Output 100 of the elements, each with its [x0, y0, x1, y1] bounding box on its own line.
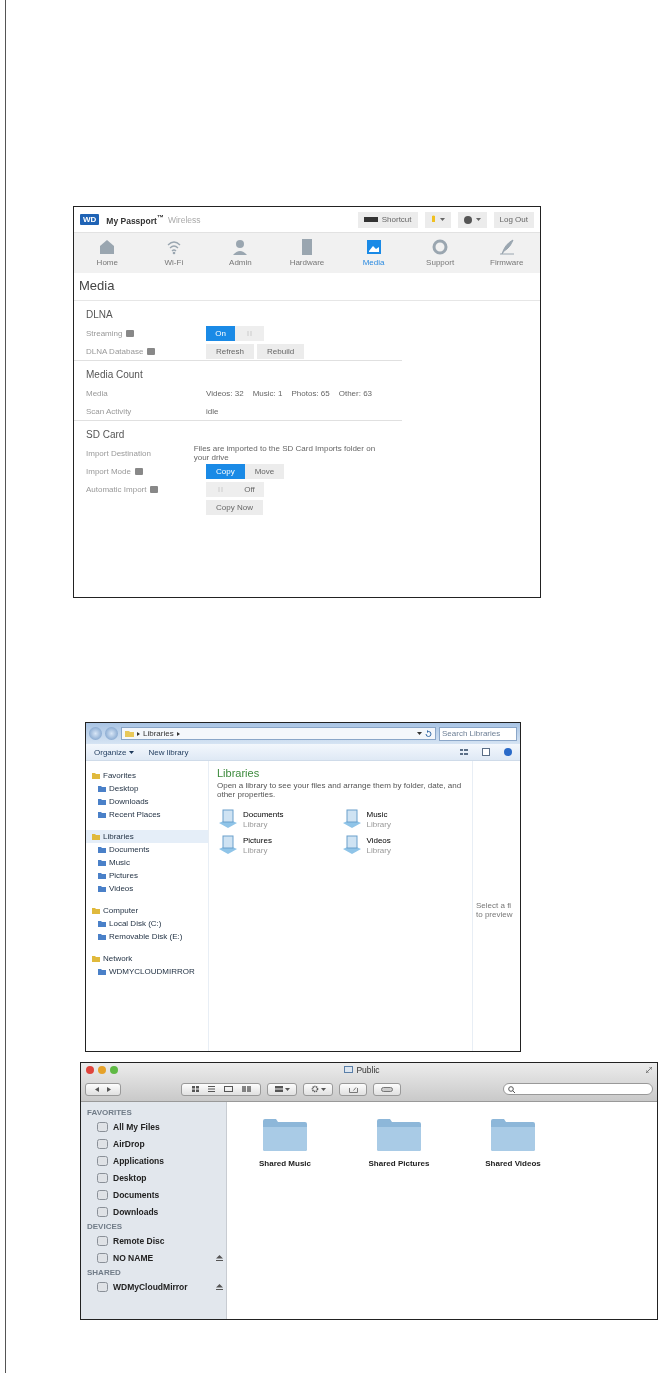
field-label: Automatic Import [86, 484, 147, 494]
section-title: Media Count [86, 368, 144, 382]
sidebar-item[interactable]: Downloads [87, 1203, 223, 1220]
toolbar-button[interactable]: Organize [94, 747, 135, 757]
library-item[interactable]: Documents Library [217, 809, 341, 829]
sidebar-item[interactable]: AirDrop [87, 1135, 223, 1152]
eject-icon[interactable] [216, 1254, 223, 1261]
sidebar-glyph-icon [97, 1138, 108, 1149]
list-view-icon [207, 1086, 215, 1092]
help-icon[interactable] [504, 748, 512, 756]
caret-icon [439, 218, 445, 221]
shortcut-button[interactable]: Shortcut [357, 211, 418, 228]
breadcrumb[interactable]: Libraries [143, 729, 174, 738]
wifi-icon [165, 239, 182, 255]
folder-item[interactable]: Shared Videos [475, 1118, 551, 1168]
action-button[interactable]: Copy Now [206, 499, 263, 515]
caret-icon [284, 1087, 290, 1091]
action-button[interactable] [303, 1082, 333, 1096]
sidebar-item[interactable]: All My Files [87, 1118, 223, 1135]
search-field[interactable]: Search Libraries [439, 726, 517, 741]
section-title: SD Card [86, 428, 126, 442]
library-item[interactable]: Music Library [340, 809, 464, 829]
action-button[interactable]: Refresh [206, 343, 254, 359]
logout-button[interactable]: Log Out [493, 211, 534, 228]
arrange-button[interactable] [267, 1082, 297, 1096]
count-text: Other: 63 [338, 388, 373, 398]
tag-button[interactable] [373, 1082, 401, 1096]
nav-tab[interactable]: Wi-Fi [140, 233, 208, 273]
nav-tab[interactable]: Hardware [273, 233, 341, 273]
nav-item[interactable]: Desktop [86, 782, 208, 795]
info-icon[interactable] [126, 329, 135, 337]
toolbar-button[interactable]: New library [148, 747, 189, 757]
nav-item[interactable]: Downloads [86, 795, 208, 808]
cover-flow-icon [241, 1086, 251, 1092]
back-forward-control[interactable] [85, 1082, 121, 1096]
nav-item[interactable]: Documents [86, 843, 208, 856]
device-icon [299, 239, 315, 255]
mode-option[interactable]: Move [244, 463, 285, 479]
sidebar-item[interactable]: Documents [87, 1186, 223, 1203]
toggle-switch[interactable]: On [206, 325, 264, 341]
nav-item[interactable]: Network [86, 952, 208, 965]
count-text: Music: 1 [252, 388, 283, 398]
caret-icon [475, 218, 481, 221]
field-label: Scan Activity [86, 406, 132, 416]
nav-item[interactable]: Recent Places [86, 808, 208, 821]
nav-tab[interactable]: Admin [207, 233, 274, 273]
sidebar-glyph-icon [97, 1155, 108, 1166]
sidebar-glyph-icon [97, 1281, 108, 1292]
sidebar-item[interactable]: Desktop [87, 1169, 223, 1186]
info-icon[interactable] [150, 485, 159, 493]
description-text: Open a library to see your files and arrange them by folder, date, and other properties. [217, 781, 463, 799]
view-control[interactable] [181, 1082, 261, 1096]
close-button[interactable] [86, 1066, 94, 1074]
nav-tab[interactable]: Firmware [473, 233, 540, 273]
sidebar-item[interactable]: Remote Disc [87, 1232, 223, 1249]
nav-item[interactable]: Pictures [86, 869, 208, 882]
info-icon[interactable] [147, 347, 156, 355]
folder-item[interactable]: Shared Music [247, 1118, 323, 1168]
fullscreen-icon[interactable] [646, 1067, 652, 1073]
nav-item[interactable]: Local Disk (C:) [86, 917, 208, 930]
help-icon [463, 215, 472, 224]
refresh-icon [425, 730, 432, 737]
view-icon[interactable] [460, 749, 468, 755]
search-field[interactable] [503, 1083, 653, 1095]
forward-icon [107, 1086, 111, 1092]
library-item[interactable]: Pictures Library [217, 835, 341, 855]
info-icon[interactable] [134, 467, 143, 475]
nav-item[interactable]: Libraries [86, 830, 208, 843]
nav-item[interactable]: WDMYCLOUDMIRROR [86, 965, 208, 978]
toggle-switch[interactable]: Off [206, 481, 264, 497]
nav-item[interactable]: Removable Disk (E:) [86, 930, 208, 943]
field-label: Streaming [86, 328, 123, 338]
address-bar[interactable]: Libraries [121, 727, 436, 740]
mode-option[interactable]: Copy [206, 463, 245, 479]
pane-icon[interactable] [482, 748, 490, 756]
nav-tab[interactable]: Home [74, 233, 141, 273]
home-icon [99, 239, 116, 255]
search-icon [508, 1085, 515, 1093]
nav-item[interactable]: Videos [86, 882, 208, 895]
library-item[interactable]: Videos Library [340, 835, 464, 855]
nav-tab[interactable]: Support [406, 233, 474, 273]
window-title: Public [356, 1065, 380, 1075]
nav-item[interactable]: Computer [86, 904, 208, 917]
folder-icon [376, 1118, 422, 1152]
help-button[interactable] [457, 211, 487, 228]
share-button[interactable] [339, 1082, 367, 1096]
action-button[interactable]: Rebuild [257, 343, 305, 359]
sidebar-heading: SHARED [87, 1268, 122, 1277]
sidebar-item[interactable]: NO NAME [87, 1249, 223, 1266]
lifebuoy-icon [432, 239, 449, 255]
nav-item[interactable]: Music [86, 856, 208, 869]
sidebar-glyph-icon [97, 1189, 108, 1200]
sidebar-item[interactable]: Applications [87, 1152, 223, 1169]
nav-item[interactable]: Favorites [86, 769, 208, 782]
column-view-icon [223, 1086, 233, 1092]
eject-icon[interactable] [216, 1283, 223, 1290]
chevron-icon [176, 731, 180, 736]
sidebar-heading: FAVORITES [87, 1108, 133, 1117]
folder-item[interactable]: Shared Pictures [361, 1118, 437, 1168]
sidebar-item[interactable]: WDMyCloudMirror [87, 1278, 223, 1295]
